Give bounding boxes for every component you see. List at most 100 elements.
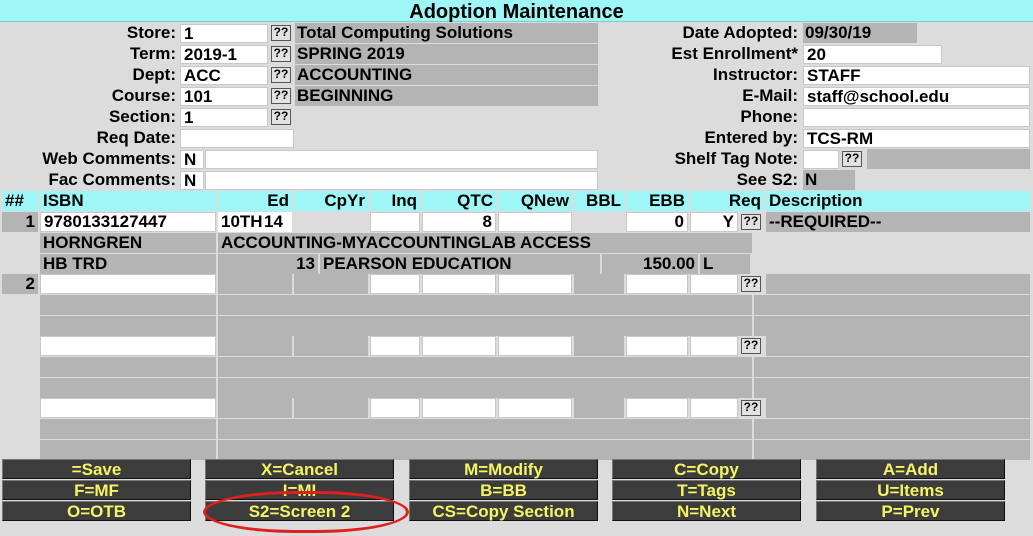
tags-button[interactable]: T=Tags	[612, 480, 801, 500]
row-4-qnew-field[interactable]	[498, 398, 572, 418]
fac-comments-field[interactable]	[205, 171, 598, 190]
col-header-qnew: QNew	[498, 191, 572, 211]
row-1-inq-field[interactable]	[370, 212, 420, 232]
web-comments-flag[interactable]: N	[180, 150, 204, 169]
date-adopted-value: 09/30/19	[803, 23, 917, 43]
row-1-ebb-field[interactable]: 0	[626, 212, 688, 232]
row-3-subline-2-right	[754, 378, 1030, 398]
row-4-req-field[interactable]	[690, 398, 738, 418]
row-1-price-flag: L	[700, 254, 750, 274]
row-1-cpyr[interactable]: 14	[264, 212, 292, 232]
screen-2-button[interactable]: S2=Screen 2	[205, 501, 394, 521]
items-button[interactable]: U=Items	[816, 480, 1005, 500]
web-comments-label: Web Comments:	[42, 149, 176, 168]
shelf-tag-lookup-button[interactable]: ??	[842, 151, 862, 167]
next-button[interactable]: N=Next	[612, 501, 801, 521]
row-2-req-field[interactable]	[690, 274, 738, 294]
col-header-description: Description	[766, 191, 1030, 211]
row-4-subline-2-mid	[218, 440, 752, 460]
instructor-field[interactable]: STAFF	[803, 66, 1030, 85]
mf-button[interactable]: F=MF	[2, 480, 191, 500]
section-field[interactable]: 1	[180, 108, 268, 127]
shelf-tag-field[interactable]	[803, 150, 839, 169]
row-2-isbn-field[interactable]	[40, 274, 216, 294]
dept-lookup-button[interactable]: ??	[271, 67, 291, 83]
row-1-binding: HB TRD	[40, 254, 216, 274]
row-1-author: HORNGREN	[40, 233, 216, 253]
add-button[interactable]: A=Add	[816, 459, 1005, 479]
row-4-bbl-cell	[574, 398, 624, 418]
term-lookup-button[interactable]: ??	[271, 46, 291, 62]
otb-button[interactable]: O=OTB	[2, 501, 191, 521]
row-1-price: 150.00	[602, 254, 698, 274]
row-4-ebb-field[interactable]	[626, 398, 688, 418]
course-label: Course:	[111, 86, 176, 105]
row-1-description: --REQUIRED--	[766, 212, 1030, 232]
see-s2-label: See S2:	[736, 170, 798, 189]
row-2-qnew-field[interactable]	[498, 274, 572, 294]
row-4-ed-cell	[218, 398, 292, 418]
row-4-cpyr-cell	[294, 398, 368, 418]
row-1-pub-code: 13	[218, 254, 318, 274]
term-field[interactable]: 2019-1	[180, 45, 268, 64]
save-button[interactable]: =Save	[2, 459, 191, 479]
prev-button[interactable]: P=Prev	[816, 501, 1005, 521]
section-label: Section:	[108, 107, 176, 126]
course-lookup-button[interactable]: ??	[271, 88, 291, 104]
modify-button[interactable]: M=Modify	[409, 459, 598, 479]
mi-button[interactable]: I=MI	[205, 480, 394, 500]
shelf-tag-description	[867, 149, 1030, 169]
row-3-qnew-field[interactable]	[498, 336, 572, 356]
row-4-subline-1-mid	[218, 419, 752, 439]
row-2-ed-cell	[218, 274, 292, 294]
fac-comments-label: Fac Comments:	[48, 170, 176, 189]
row-1-edition[interactable]: 10TH	[218, 212, 264, 232]
row-2-qtc-field[interactable]	[422, 274, 496, 294]
row-1-req-field[interactable]: Y	[690, 212, 738, 232]
row-3-inq-field[interactable]	[370, 336, 420, 356]
row-4-subline-1-right	[754, 419, 1030, 439]
row-3-qtc-field[interactable]	[422, 336, 496, 356]
row-1-qnew-field[interactable]	[498, 212, 572, 232]
row-3-req-field[interactable]	[690, 336, 738, 356]
row-4-subline-2-left	[40, 440, 216, 460]
course-field[interactable]: 101	[180, 87, 268, 106]
row-1-lookup-button[interactable]: ??	[741, 214, 761, 230]
col-header-isbn: ISBN	[40, 191, 216, 211]
row-3-cpyr-cell	[294, 336, 368, 356]
row-3-isbn-field[interactable]	[40, 336, 216, 356]
store-field[interactable]: 1	[180, 24, 268, 43]
row-4-qtc-field[interactable]	[422, 398, 496, 418]
row-2-inq-field[interactable]	[370, 274, 420, 294]
entered-by-field[interactable]: TCS-RM	[803, 129, 1030, 148]
web-comments-field[interactable]	[205, 150, 598, 169]
row-2-cpyr-cell	[294, 274, 368, 294]
col-header-num: ##	[2, 191, 38, 211]
copy-button[interactable]: C=Copy	[612, 459, 801, 479]
row-3-lookup-button[interactable]: ??	[741, 338, 761, 354]
est-enrollment-field[interactable]: 20	[803, 45, 942, 64]
row-1-qtc-field[interactable]: 8	[422, 212, 496, 232]
bb-button[interactable]: B=BB	[409, 480, 598, 500]
entered-by-label: Entered by:	[704, 128, 798, 147]
row-2-subline-1-left	[40, 295, 216, 315]
phone-field[interactable]	[803, 108, 1030, 127]
row-3-ebb-field[interactable]	[626, 336, 688, 356]
row-2-lookup-button[interactable]: ??	[741, 276, 761, 292]
row-4-lookup-button[interactable]: ??	[741, 400, 761, 416]
see-s2-value: N	[803, 170, 855, 190]
row-2-number: 2	[2, 274, 38, 294]
store-lookup-button[interactable]: ??	[271, 25, 291, 41]
row-2-ebb-field[interactable]	[626, 274, 688, 294]
cancel-button[interactable]: X=Cancel	[205, 459, 394, 479]
row-3-bbl-cell	[574, 336, 624, 356]
section-lookup-button[interactable]: ??	[271, 109, 291, 125]
fac-comments-flag[interactable]: N	[180, 171, 204, 190]
req-date-field[interactable]	[180, 129, 294, 148]
email-field[interactable]: staff@school.edu	[803, 87, 1030, 106]
row-4-isbn-field[interactable]	[40, 398, 216, 418]
copy-section-button[interactable]: CS=Copy Section	[409, 501, 598, 521]
row-4-inq-field[interactable]	[370, 398, 420, 418]
dept-field[interactable]: ACC	[180, 66, 268, 85]
row-1-isbn-field[interactable]: 9780133127447	[40, 212, 216, 232]
